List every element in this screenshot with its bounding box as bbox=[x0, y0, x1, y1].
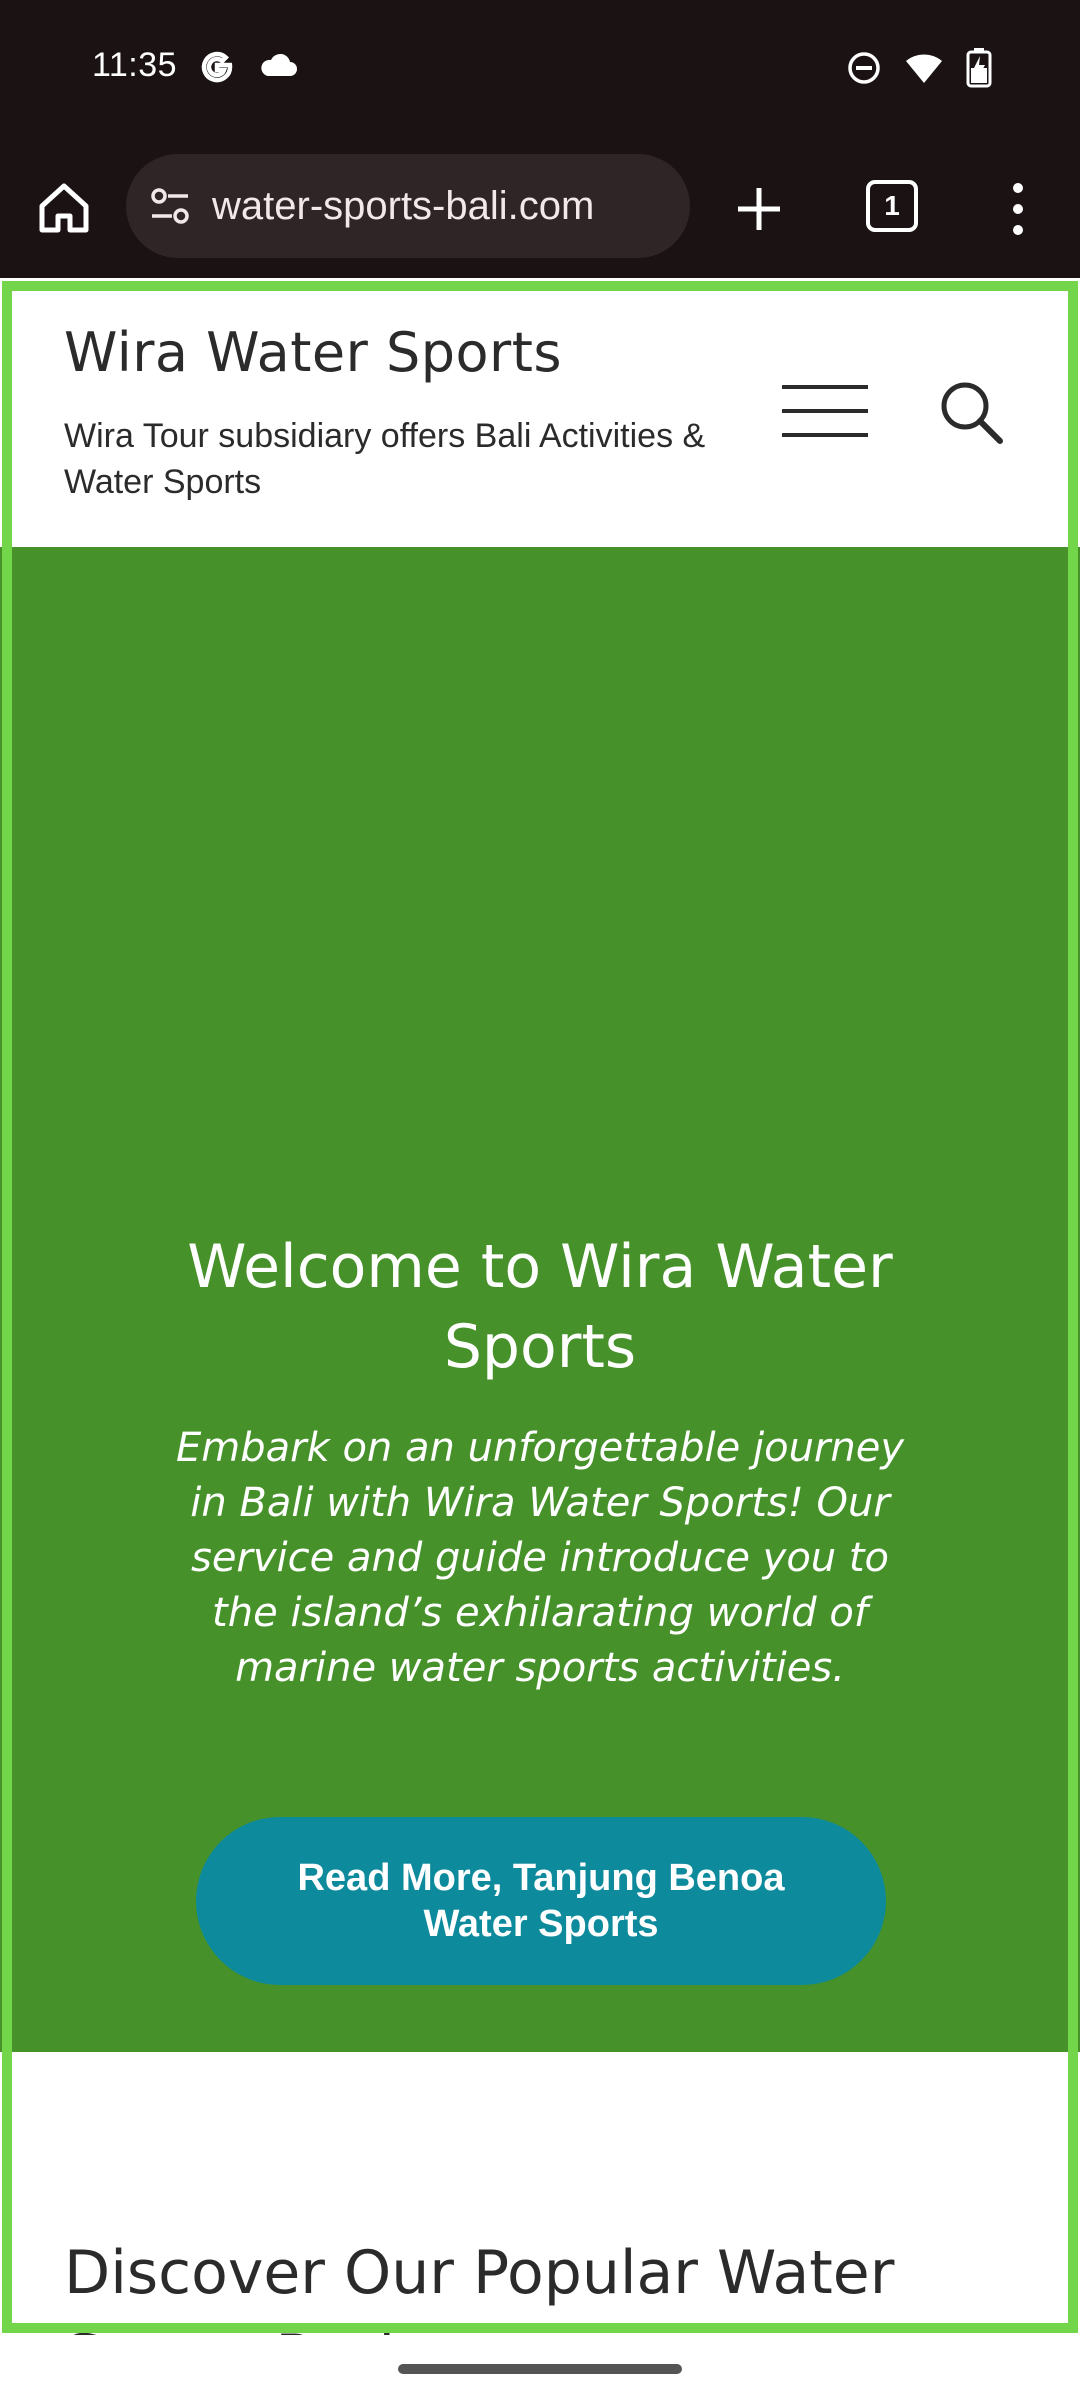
new-tab-icon[interactable] bbox=[730, 180, 788, 238]
google-icon bbox=[198, 48, 236, 86]
tabs-icon[interactable]: 1 bbox=[866, 180, 918, 232]
tab-count: 1 bbox=[884, 190, 900, 221]
hamburger-menu-icon[interactable] bbox=[782, 385, 868, 437]
battery-icon bbox=[966, 48, 992, 88]
do-not-disturb-icon bbox=[846, 50, 882, 86]
home-icon[interactable] bbox=[34, 178, 94, 238]
site-header: Wira Water Sports Wira Tour subsidiary o… bbox=[0, 279, 1080, 547]
hero-text: Embark on an unforgettable journey in Ba… bbox=[175, 1425, 904, 1691]
site-title[interactable]: Wira Water Sports bbox=[64, 321, 562, 384]
status-right-icons bbox=[846, 48, 992, 88]
more-options-icon[interactable] bbox=[1000, 178, 1036, 240]
section-heading: Discover Our Popular Water Sports Packag… bbox=[64, 2238, 895, 2335]
hero-title: Welcome to Wira Water Sports bbox=[187, 1232, 893, 1382]
address-bar[interactable]: water-sports-bali.com bbox=[126, 154, 690, 258]
status-time: 11:35 bbox=[92, 46, 178, 84]
cloud-icon bbox=[258, 48, 298, 86]
site-settings-icon[interactable] bbox=[148, 184, 192, 228]
wifi-icon bbox=[904, 51, 944, 85]
url-text: water-sports-bali.com bbox=[212, 183, 595, 228]
read-more-button[interactable]: Read More, Tanjung Benoa Water Sports bbox=[196, 1817, 886, 1985]
gesture-handle[interactable] bbox=[398, 2364, 682, 2374]
status-bar: 11:35 bbox=[0, 0, 1080, 140]
search-icon[interactable] bbox=[936, 377, 1006, 447]
web-page: Wira Water Sports Wira Tour subsidiary o… bbox=[0, 279, 1080, 2335]
site-tagline: Wira Tour subsidiary offers Bali Activit… bbox=[64, 417, 706, 501]
status-left-icons bbox=[198, 48, 298, 86]
browser-toolbar: water-sports-bali.com 1 bbox=[0, 140, 1080, 419]
